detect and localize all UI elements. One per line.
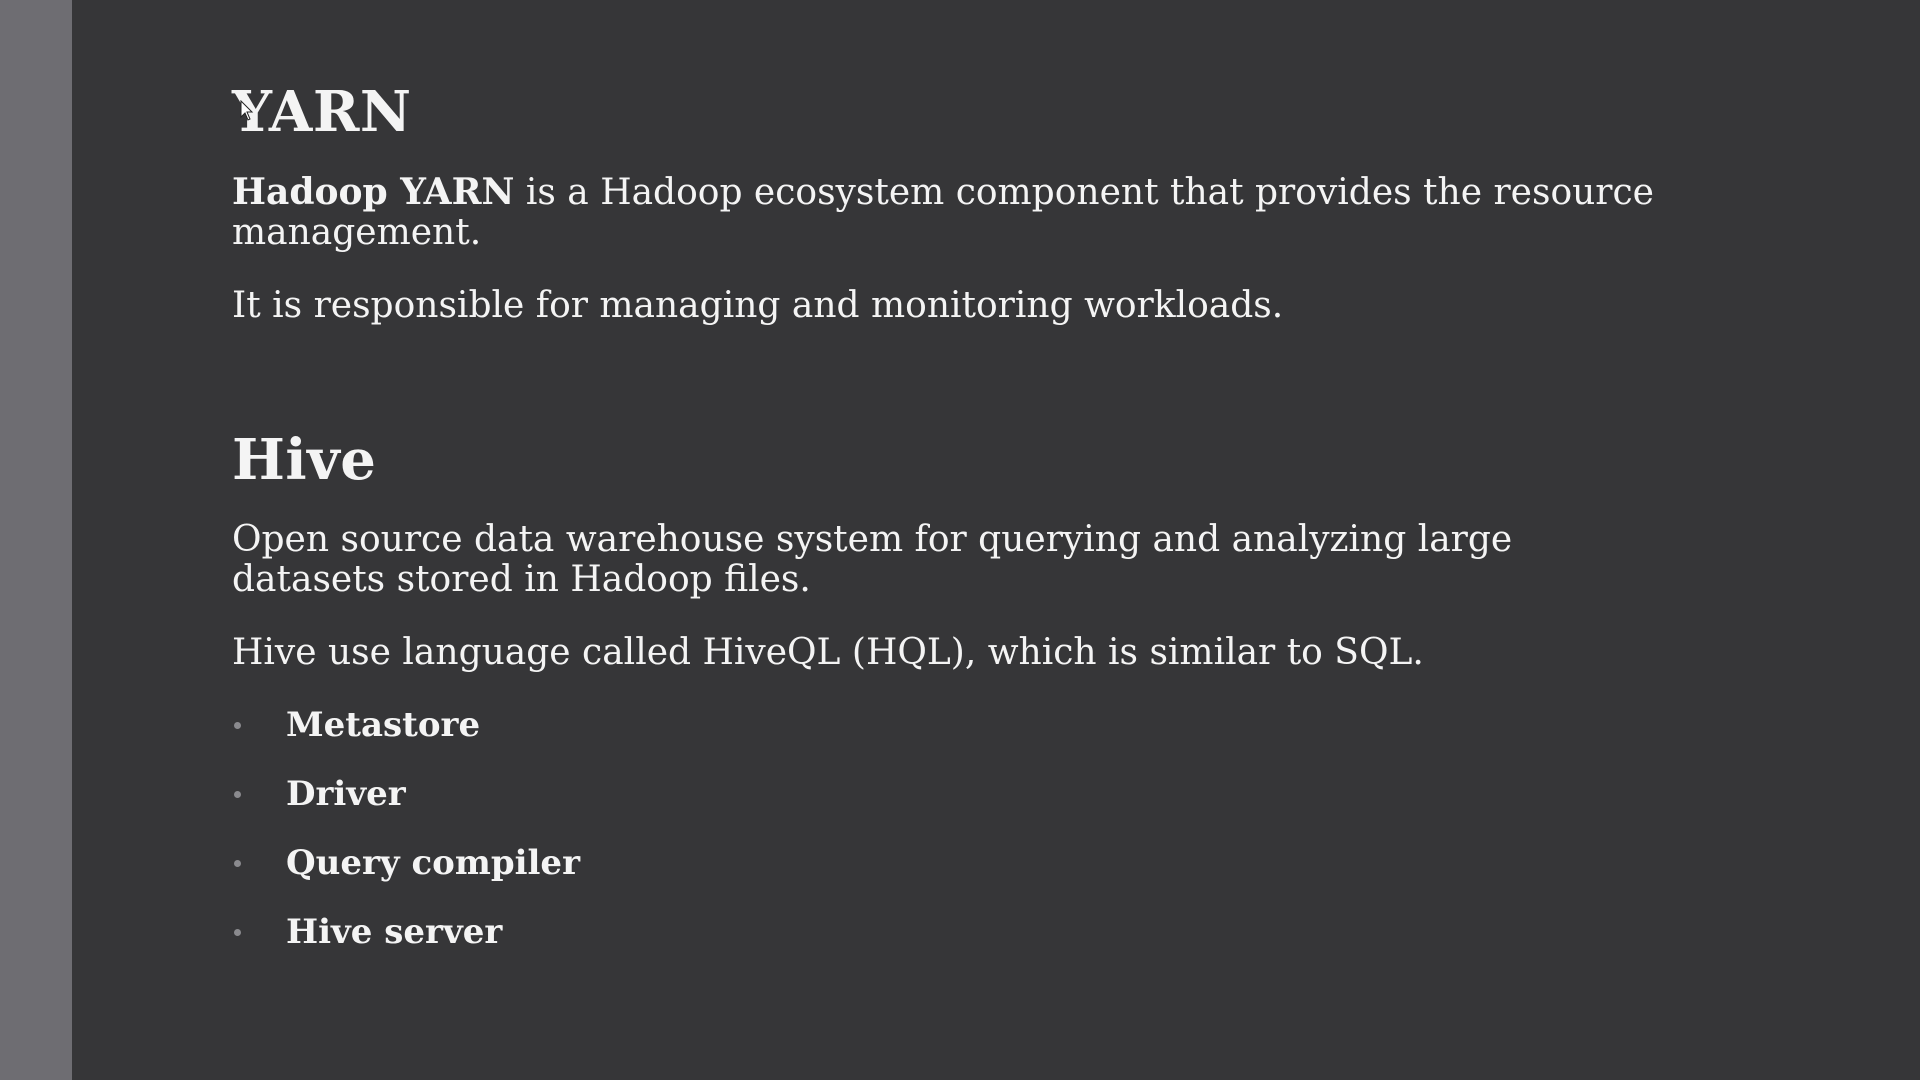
bullet-dot-icon bbox=[234, 722, 241, 729]
hive-language: Hive use language called HiveQL (HQL), w… bbox=[232, 632, 1424, 673]
list-item-label: Hive server bbox=[286, 912, 503, 952]
hive-description: Open source data warehouse system for qu… bbox=[232, 519, 1513, 600]
yarn-heading: YARN bbox=[232, 79, 412, 145]
mouse-pointer-icon bbox=[240, 100, 254, 121]
list-item: Hive server bbox=[232, 907, 580, 976]
hive-components-list: Metastore Driver Query compiler Hive ser… bbox=[232, 700, 580, 976]
hive-heading: Hive bbox=[232, 427, 377, 493]
yarn-description: Hadoop YARN is a Hadoop ecosystem compon… bbox=[232, 172, 1792, 253]
list-item: Query compiler bbox=[232, 838, 580, 907]
list-item-label: Query compiler bbox=[286, 843, 580, 883]
list-item: Metastore bbox=[232, 700, 580, 769]
yarn-description-bold: Hadoop YARN bbox=[232, 171, 515, 213]
presentation-slide: YARN Hadoop YARN is a Hadoop ecosystem c… bbox=[0, 0, 1920, 1080]
bullet-dot-icon bbox=[234, 929, 241, 936]
list-item: Driver bbox=[232, 769, 580, 838]
list-item-label: Driver bbox=[286, 774, 406, 814]
slide-side-bar bbox=[0, 0, 72, 1080]
list-item-label: Metastore bbox=[286, 705, 481, 745]
bullet-dot-icon bbox=[234, 860, 241, 867]
yarn-responsibility: It is responsible for managing and monit… bbox=[232, 285, 1284, 326]
bullet-dot-icon bbox=[234, 791, 241, 798]
